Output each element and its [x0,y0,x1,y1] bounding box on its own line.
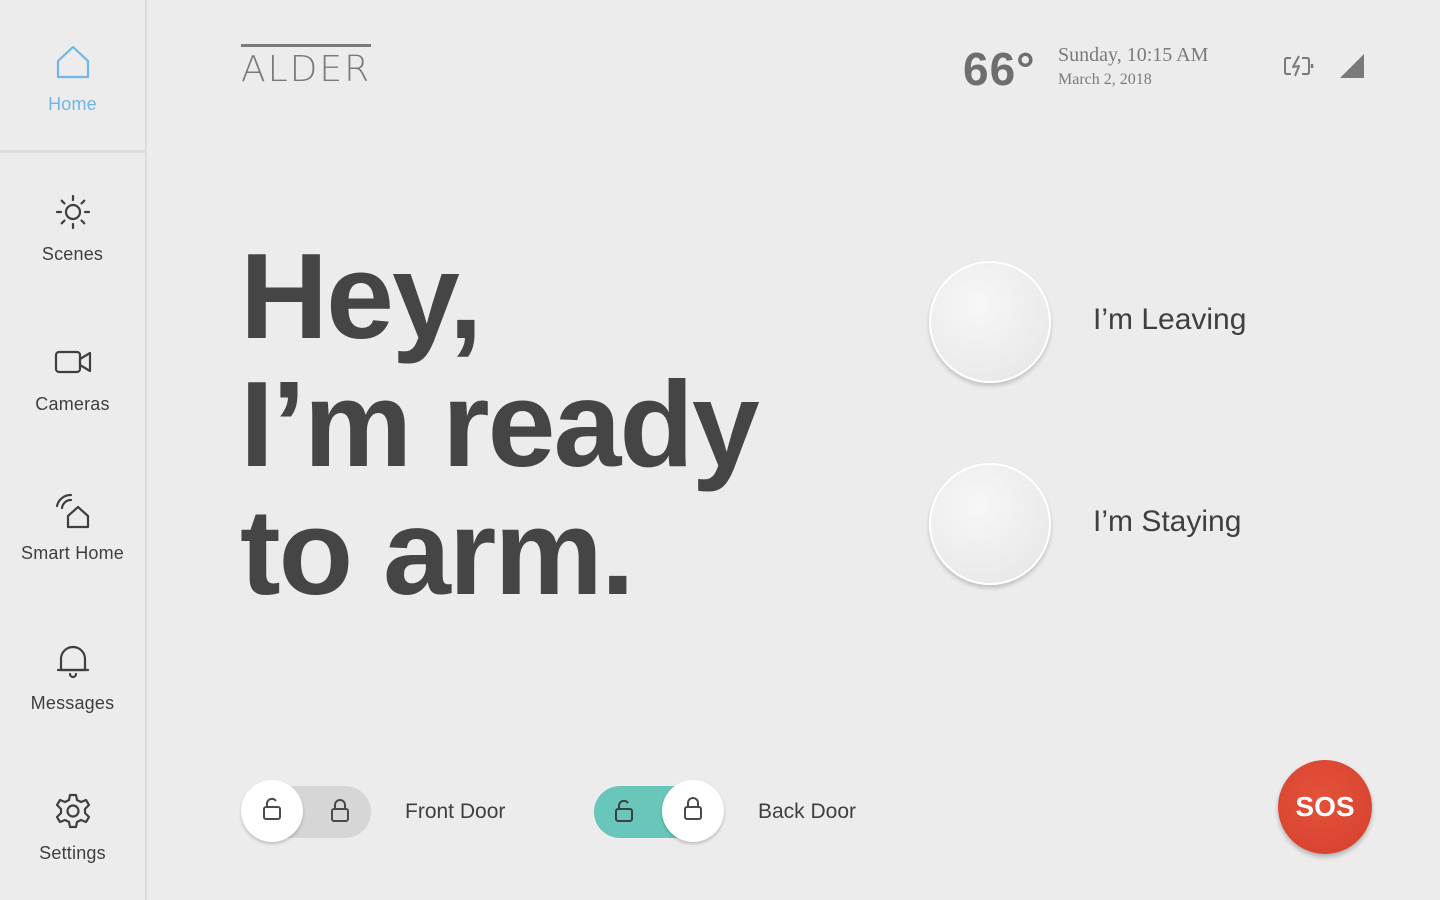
headline-line-1: Hey, [240,228,483,364]
video-camera-icon [53,342,93,382]
home-icon [53,42,93,82]
toggle-knob[interactable] [241,780,303,842]
sidebar-item-label: Settings [39,843,106,863]
cell-signal-icon [1338,52,1366,80]
arm-staying-button[interactable] [929,463,1051,585]
arm-prompt-headline: Hey, I’m ready to arm. [240,232,880,616]
sidebar-divider [0,150,147,153]
sidebar: Home Scenes Cameras Smart Home Messages … [0,0,147,900]
sidebar-item-smart-home[interactable]: Smart Home [0,491,145,564]
sidebar-item-label: Smart Home [20,543,125,563]
sidebar-item-label: Messages [30,693,115,713]
headline-line-3: to arm. [240,484,635,620]
sidebar-item-label: Home [48,94,97,114]
brand-logo: ALDER [241,44,372,88]
arm-staying-label: I’m Staying [1093,505,1242,538]
smart-home-icon [53,491,93,531]
sun-icon [53,192,93,232]
lock-icon [327,798,353,824]
bell-icon [53,641,93,681]
date-text: March 2, 2018 [1058,71,1152,88]
datetime-block: Sunday, 10:15 AM March 2, 2018 [1058,44,1208,89]
sidebar-item-settings[interactable]: Settings [0,791,145,864]
sidebar-item-home[interactable]: Home [0,42,145,115]
sos-button[interactable]: SOS [1278,760,1372,854]
arm-leaving-option[interactable]: I’m Leaving [929,261,1349,385]
headline-line-2: I’m ready [240,356,760,492]
sidebar-item-scenes[interactable]: Scenes [0,192,145,265]
arm-staying-option[interactable]: I’m Staying [929,463,1349,587]
front-door-label: Front Door [405,800,506,823]
sidebar-item-label: Cameras [35,394,110,414]
sidebar-item-messages[interactable]: Messages [0,641,145,714]
toggle-knob[interactable] [662,780,724,842]
battery-charging-icon [1282,52,1316,80]
lock-icon [680,796,706,827]
sidebar-item-label: Scenes [41,244,104,264]
temperature-readout: 66° [963,43,1036,95]
arm-leaving-label: I’m Leaving [1093,303,1247,336]
day-time-text: Sunday, 10:15 AM [1058,44,1209,66]
back-door-label: Back Door [758,800,857,823]
sidebar-item-cameras[interactable]: Cameras [0,342,145,415]
unlock-icon [611,798,637,824]
arm-leaving-button[interactable] [929,261,1051,383]
gear-icon [53,791,93,831]
app-root: Home Scenes Cameras Smart Home Messages … [0,0,1440,900]
unlock-icon [259,796,285,827]
